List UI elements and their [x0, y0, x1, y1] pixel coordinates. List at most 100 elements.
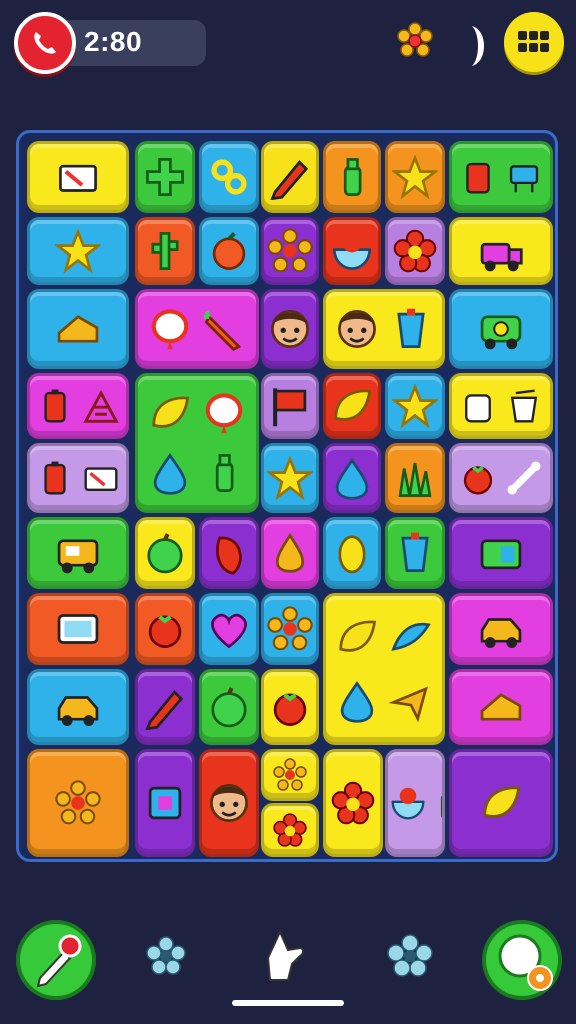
tile-tablet[interactable] — [27, 593, 129, 665]
tile-machine[interactable] — [449, 517, 553, 589]
flower-icon-right[interactable] — [386, 934, 434, 983]
car-icon — [57, 696, 99, 726]
hint-button[interactable] — [482, 920, 562, 1000]
tile-pieces[interactable] — [323, 593, 445, 745]
magnifier-icon — [498, 934, 553, 991]
tile-leaves[interactable] — [135, 373, 259, 513]
pencil-button[interactable] — [16, 920, 96, 1000]
tile-taxi[interactable] — [27, 669, 129, 745]
car-icon — [480, 618, 522, 648]
tile-fruit[interactable] — [199, 217, 259, 285]
tile-pencil[interactable] — [261, 141, 319, 213]
tile-star-cyan[interactable] — [261, 443, 319, 513]
tile-sun-flower[interactable] — [261, 217, 319, 285]
sun-icon — [273, 758, 307, 791]
menu-button[interactable] — [504, 12, 564, 72]
tile-red-round[interactable] — [135, 593, 195, 665]
apple-icon — [147, 533, 183, 574]
tile-grass[interactable] — [385, 443, 445, 513]
pear-icon — [275, 532, 305, 573]
bowl-icon — [391, 787, 425, 820]
tile-bus[interactable] — [27, 517, 129, 589]
tile-cross[interactable] — [135, 141, 195, 213]
sun-icon — [267, 606, 313, 651]
tile-truck[interactable] — [449, 217, 553, 285]
tile-cheese[interactable] — [27, 289, 129, 369]
tile-girl-cup[interactable] — [323, 289, 445, 369]
tile-apple-red-green[interactable] — [199, 669, 259, 745]
apple-icon — [211, 687, 247, 728]
tile-cup-chair[interactable] — [449, 141, 553, 213]
tile-red-leaf[interactable] — [323, 373, 381, 439]
tablet-icon — [57, 614, 99, 644]
tile-bowl-glue[interactable] — [385, 749, 445, 857]
tile-boy[interactable] — [261, 289, 319, 369]
leaf-icon — [152, 396, 189, 428]
chain-icon — [211, 159, 247, 195]
bottle-icon — [343, 158, 362, 196]
gear-icon[interactable] — [395, 22, 435, 62]
tile-green-leaf[interactable] — [449, 749, 553, 857]
arrow-icon — [388, 686, 428, 723]
tile-flower-red[interactable] — [323, 749, 383, 857]
tile-pencil-purple[interactable] — [135, 669, 195, 745]
tile-lemon[interactable] — [323, 517, 381, 589]
tile-star[interactable] — [385, 141, 445, 213]
tile-vase[interactable] — [323, 443, 381, 513]
cup-icon — [397, 308, 425, 348]
star-icon — [267, 455, 313, 501]
moon-icon[interactable] — [466, 24, 492, 68]
tile-battery-net[interactable] — [27, 373, 129, 439]
tile-paint-cup[interactable] — [385, 517, 445, 589]
tile-hat[interactable] — [449, 669, 553, 745]
tile-yellow-star[interactable] — [261, 749, 319, 801]
tile-toolbox[interactable] — [27, 141, 129, 213]
tile-strawberry-bone[interactable] — [449, 443, 553, 513]
tile-tomato[interactable] — [261, 669, 319, 745]
tile-ice-cream[interactable] — [323, 217, 381, 285]
tile-frame[interactable] — [135, 749, 195, 857]
cheese-icon — [480, 693, 522, 721]
tile-puzzle[interactable] — [385, 217, 445, 285]
tile-star-blue[interactable] — [385, 373, 445, 439]
lemon-icon — [338, 535, 366, 574]
tile-car-pink[interactable] — [449, 593, 553, 665]
tile-heart[interactable] — [199, 593, 259, 665]
tile-battery-box[interactable] — [27, 443, 129, 513]
tile-pear[interactable] — [261, 517, 319, 589]
tile-chain[interactable] — [199, 141, 259, 213]
face-icon — [338, 310, 376, 348]
tile-flower-teal[interactable] — [261, 593, 319, 665]
tile-bottle[interactable] — [323, 141, 381, 213]
battery-icon — [44, 389, 66, 423]
tile-pepper[interactable] — [199, 517, 259, 589]
tile-sun-orange[interactable] — [27, 749, 129, 857]
battery-icon — [44, 461, 66, 495]
tile-camper[interactable] — [449, 289, 553, 369]
tile-girl[interactable] — [199, 749, 259, 857]
flower-icon — [331, 781, 375, 825]
tile-red-flower[interactable] — [261, 803, 319, 857]
tile-flag[interactable] — [261, 373, 319, 439]
berry-icon — [273, 693, 307, 726]
net-icon — [82, 389, 119, 423]
tile-balloon-carrot[interactable] — [135, 289, 259, 369]
sun-icon — [267, 228, 313, 273]
pointer-glove-icon[interactable] — [262, 928, 308, 989]
flower-icon[interactable] — [146, 936, 186, 981]
star-icon — [392, 154, 438, 200]
tile-apple-green[interactable] — [135, 517, 195, 589]
jar-icon — [465, 394, 491, 423]
timer: 2:80 — [84, 26, 143, 57]
bottle-icon — [440, 795, 442, 818]
tile-shooting-star[interactable] — [27, 217, 129, 285]
bone-icon — [507, 461, 541, 495]
face-icon — [271, 310, 309, 348]
bird-icon — [391, 622, 431, 651]
tile-cactus[interactable] — [135, 217, 195, 285]
tile-jar-bucket[interactable] — [449, 373, 553, 439]
phone-button[interactable] — [14, 12, 76, 74]
can-icon — [466, 162, 490, 194]
star-icon — [392, 383, 438, 429]
flower-icon — [393, 229, 437, 273]
